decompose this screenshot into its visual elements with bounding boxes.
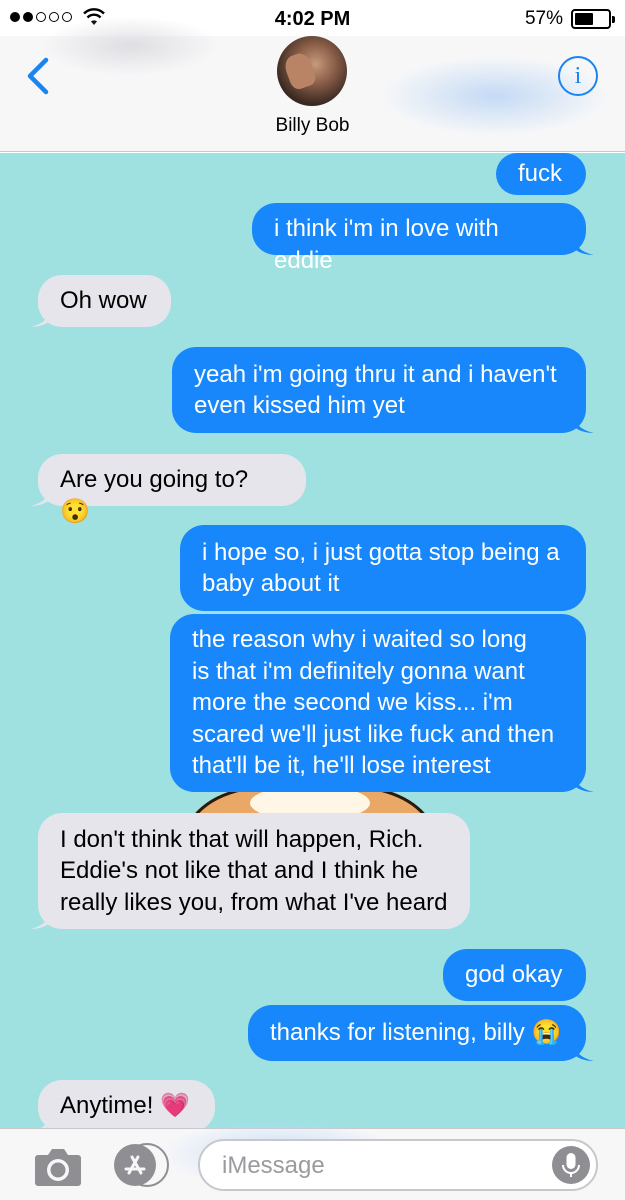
chevron-left-icon: [27, 57, 49, 95]
battery-icon: [571, 9, 615, 29]
message-input-placeholder: iMessage: [222, 1152, 325, 1179]
microphone-button[interactable]: [552, 1146, 590, 1184]
contact-name[interactable]: Billy Bob: [0, 115, 625, 137]
sent-message-bubble[interactable]: i hope so, i just gotta stop being a bab…: [180, 525, 586, 611]
sent-message-bubble[interactable]: yeah i'm going thru it and i haven't eve…: [172, 347, 586, 433]
message-input[interactable]: iMessage: [198, 1139, 598, 1191]
received-message-bubble[interactable]: Oh wow: [38, 275, 171, 327]
sent-message-bubble[interactable]: the reason why i waited so long is that …: [170, 614, 586, 792]
sent-message-bubble[interactable]: i think i'm in love with eddie: [252, 203, 586, 274]
camera-icon: [35, 1149, 81, 1186]
received-message-bubble[interactable]: I don't think that will happen, Rich. Ed…: [38, 813, 470, 929]
bubble-tail: [30, 484, 52, 506]
battery-percent: 57%: [524, 8, 563, 29]
camera-button[interactable]: [34, 1145, 82, 1187]
microphone-icon: [562, 1153, 580, 1177]
bubble-tail: [572, 411, 594, 433]
bubble-tail: [30, 305, 52, 327]
conversation-header: Billy Bob i: [0, 16, 625, 152]
compose-bar: iMessage: [0, 1119, 625, 1200]
sent-message-bubble[interactable]: thanks for listening, billy 😭: [248, 1005, 586, 1061]
bubble-tail: [572, 1039, 594, 1061]
bubble-tail: [40, 1110, 52, 1128]
app-store-button[interactable]: [112, 1142, 170, 1188]
sent-message-bubble[interactable]: fuck: [496, 153, 586, 195]
received-message-bubble[interactable]: Are you going to? 😯: [38, 454, 306, 525]
app-store-icon: [114, 1143, 169, 1187]
sent-message-bubble[interactable]: god okay: [443, 949, 586, 1001]
info-button[interactable]: i: [558, 56, 598, 96]
bubble-tail: [30, 907, 52, 929]
message-thread[interactable]: fuck i think i'm in love with eddie Oh wow…: [0, 153, 625, 1128]
bubble-tail: [572, 770, 594, 792]
bubble-tail: [572, 233, 594, 255]
back-button[interactable]: [20, 54, 60, 98]
avatar[interactable]: [277, 36, 347, 106]
battery-level: [575, 13, 593, 25]
